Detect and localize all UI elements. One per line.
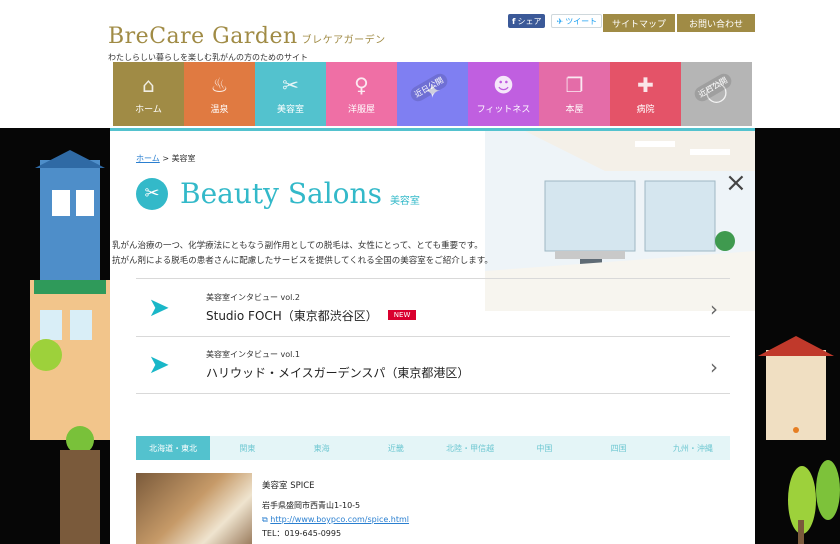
region-tab[interactable]: 北陸・甲信越 (433, 436, 507, 460)
left-building-illustration (30, 150, 110, 544)
link-icon: ⧉ (262, 515, 268, 524)
hair-dryer-icon: ➤ (148, 292, 170, 323)
main-content: × ホーム > 美容室 ✂ Beauty Salons 美容室 乳がん治療の一つ… (110, 128, 755, 544)
intro-line-2: 抗がん剤による脱毛の患者さんに配慮したサービスを提供してくれる全国の美容室をご紹… (112, 256, 493, 266)
contact-link[interactable]: お問い合わせ (677, 14, 755, 32)
region-tab[interactable]: 北海道・東北 (136, 436, 211, 460)
dress-icon: ♀ (354, 72, 369, 97)
interview-link-vol2[interactable]: ➤ 美容室インタビュー vol.2 Studio FOCH（東京都渋谷区） NE… (136, 278, 730, 336)
new-badge: NEW (387, 310, 417, 320)
salon-url-link[interactable]: http://www.boypco.com/spice.html (270, 515, 409, 524)
logo-kana: ブレケアガーデン (301, 35, 386, 46)
nav-item-label: 美容室 (276, 104, 304, 115)
nav-item-3[interactable]: ♀ 洋服屋 (326, 62, 397, 126)
right-trees-illustration (758, 336, 840, 544)
region-tab[interactable]: 中国 (507, 436, 581, 460)
book-icon: ❐ (565, 72, 584, 97)
salon-tel: TEL：019-645-0995 (262, 529, 342, 538)
nav-item-7[interactable]: ✚ 病院 (610, 62, 681, 126)
region-tab[interactable]: 九州・沖縄 (656, 436, 730, 460)
region-tab[interactable]: 四国 (582, 436, 656, 460)
scissors-icon: ✂ (136, 177, 168, 210)
intro-text: 乳がん治療の一つ、化学療法にともなう副作用としての脱毛は、女性にとって、とても重… (112, 239, 542, 269)
site-logo[interactable]: BreCare Garden ブレケアガーデン (108, 24, 386, 49)
region-tab[interactable]: 関東 (210, 436, 284, 460)
nav-item-label: フィットネス (476, 104, 531, 115)
svg-text:×: × (725, 168, 747, 198)
salon-photo (136, 473, 252, 544)
scissors-icon: ✂ (282, 72, 299, 97)
nav-item-1[interactable]: ♨ 温泉 (184, 62, 255, 126)
tweet-label: ツイート (565, 16, 598, 26)
site-header: BreCare Garden ブレケアガーデン わたしらしい暮らしを楽しむ乳がんの… (0, 0, 840, 128)
region-tab[interactable]: 東海 (285, 436, 359, 460)
page: BreCare Garden ブレケアガーデン わたしらしい暮らしを楽しむ乳がんの… (0, 0, 840, 544)
region-tab[interactable]: 近畿 (359, 436, 433, 460)
interview-sub: 美容室インタビュー vol.1 (206, 350, 301, 359)
share-buttons: f シェア ✈ ツイート (508, 14, 603, 28)
chevron-right-icon: › (710, 355, 718, 379)
nav-item-label: 病院 (636, 104, 655, 115)
page-title: ✂ Beauty Salons 美容室 (136, 177, 420, 210)
page-title-text: Beauty Salons (180, 177, 382, 210)
nav-item-5[interactable]: ☻ フィットネス (468, 62, 539, 126)
twitter-tweet-button[interactable]: ✈ ツイート (551, 14, 603, 28)
interview-title: ハリウッド・メイスガーデンスパ（東京都港区） (206, 366, 470, 380)
hair-dryer-icon: ➤ (148, 350, 170, 380)
sitemap-link[interactable]: サイトマップ (603, 14, 675, 32)
interview-sub: 美容室インタビュー vol.2 (206, 292, 301, 302)
nav-item-label: 洋服屋 (347, 104, 375, 115)
region-tabs: 北海道・東北 関東 東海 近畿 北陸・甲信越 中国 四国 九州・沖縄 (136, 436, 730, 460)
salon-name: 美容室 SPICE (262, 481, 315, 491)
home-icon: ⌂ (142, 72, 155, 97)
nav-item-label: 本屋 (565, 104, 584, 115)
breadcrumb-separator: > (162, 154, 170, 163)
hot-spring-icon: ♨ (210, 72, 229, 97)
nav-item-8[interactable]: ◯ 近日公開 (681, 62, 752, 126)
breadcrumb-current: 美容室 (171, 154, 196, 163)
facebook-share-button[interactable]: f シェア (508, 14, 546, 28)
interview-link-vol1[interactable]: ➤ 美容室インタビュー vol.1 ハリウッド・メイスガーデンスパ（東京都港区）… (136, 336, 730, 394)
facebook-icon: f (512, 16, 516, 26)
nav-item-4[interactable]: ✦ 近日公開 (397, 62, 468, 126)
nav-item-label: 温泉 (210, 104, 229, 115)
interview-title: Studio FOCH（東京都渋谷区） (206, 308, 378, 323)
nav-item-0[interactable]: ⌂ ホーム (113, 62, 184, 126)
breadcrumb-home-link[interactable]: ホーム (136, 154, 160, 163)
hospital-icon: ✚ (637, 72, 654, 97)
nav-item-2[interactable]: ✂ 美容室 (255, 62, 326, 126)
logo-text: BreCare Garden (108, 24, 298, 49)
breadcrumb: ホーム > 美容室 (136, 153, 196, 164)
nav-item-6[interactable]: ❐ 本屋 (539, 62, 610, 126)
chevron-right-icon: › (710, 297, 718, 321)
salon-listing: 美容室 SPICE 岩手県盛岡市西青山1-10-5 ⧉ http://www.b… (136, 473, 730, 544)
fitness-icon: ☻ (493, 72, 514, 97)
twitter-icon: ✈ (556, 16, 564, 26)
page-title-jp: 美容室 (389, 196, 420, 207)
salon-address: 岩手県盛岡市西青山1-10-5 (262, 501, 361, 510)
category-nav: ⌂ ホーム ♨ 温泉 ✂ 美容室 ♀ 洋服屋 ✦ 近日公開 ☻ フィットネス ❐ 本屋 ✚ 病院 ◯ 近日公開 (113, 62, 752, 126)
nav-item-label: ホーム (135, 104, 162, 115)
intro-line-1: 乳がん治療の一つ、化学療法にともなう副作用としての脱毛は、女性にとって、とても重… (112, 241, 483, 251)
share-label: シェア (517, 16, 542, 26)
